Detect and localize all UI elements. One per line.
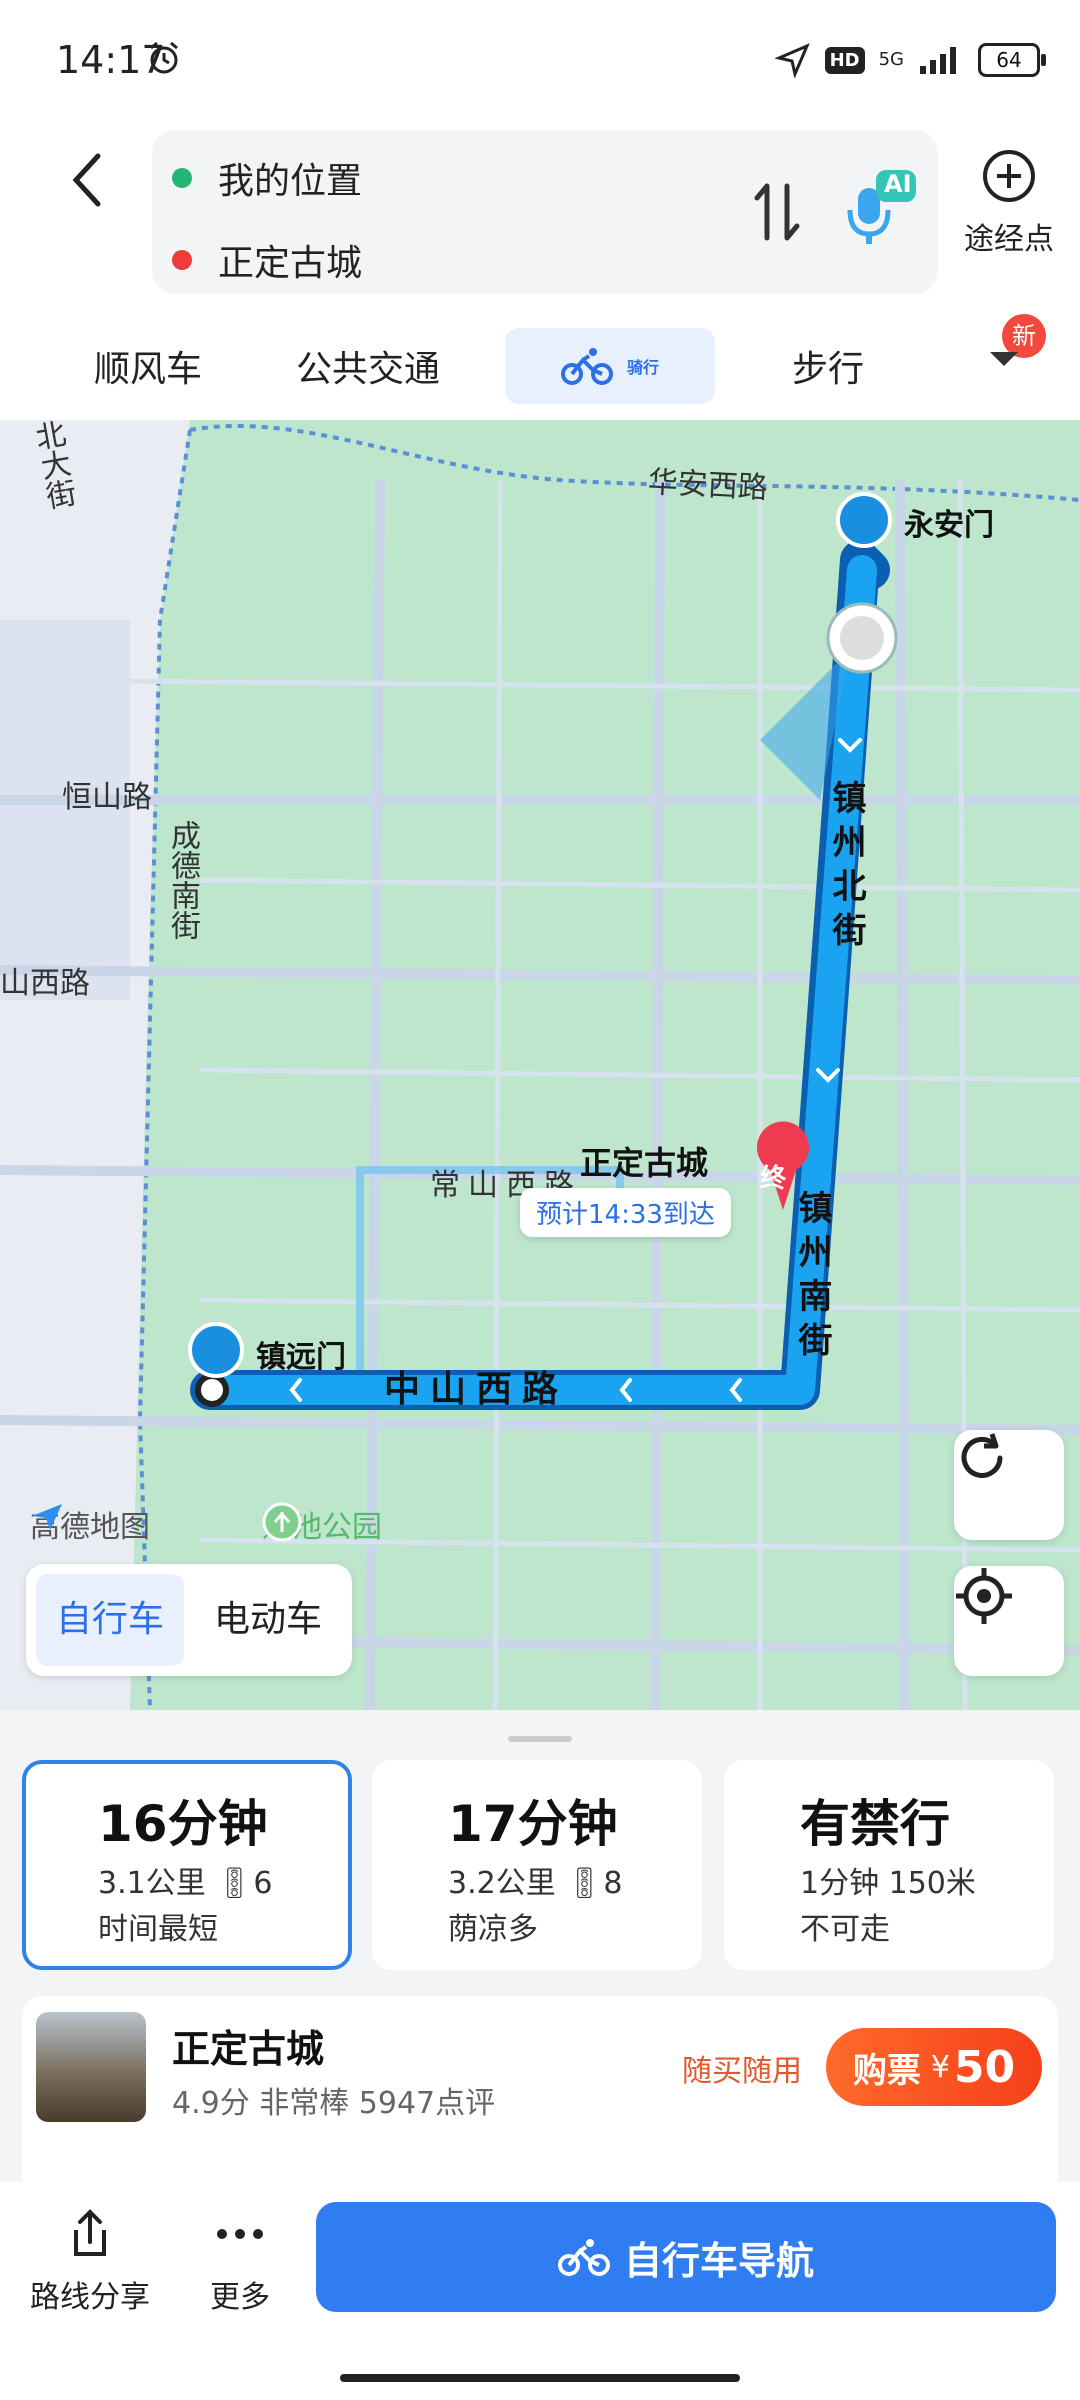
traffic-light-icon: 🚦︎ — [565, 1866, 604, 1901]
battery-level: 64 — [996, 48, 1022, 72]
system-icons: HD 5G 64 — [774, 40, 1046, 80]
end-marker-label: 终 — [760, 1164, 787, 1194]
back-arrow-icon[interactable] — [60, 150, 120, 210]
origin-field[interactable]: 我的位置 — [172, 152, 362, 204]
route-distance: 1分钟 150米 — [800, 1866, 976, 1901]
road-label: 成德南街 — [165, 820, 200, 940]
more-modes-caret-icon[interactable] — [990, 352, 1018, 366]
tab-walking[interactable]: 步行 — [792, 340, 864, 392]
start-navigation-label: 自行车导航 — [623, 2238, 814, 2283]
refresh-button[interactable] — [954, 1430, 1064, 1540]
bicycle-icon — [560, 348, 613, 385]
road-label: 中山西路 — [384, 1369, 569, 1410]
route-header: 我的位置 正定古城 AI 途经点 顺风车 公共交通 骑行 步行 新 — [0, 120, 1080, 420]
origin-label: 我的位置 — [218, 161, 363, 202]
destination-label: 正定古城 — [218, 243, 363, 284]
tab-carpool[interactable]: 顺风车 — [94, 340, 202, 392]
route-note: 不可走 — [800, 1912, 890, 1947]
vehicle-bicycle-option[interactable]: 自行车 — [36, 1574, 184, 1666]
ai-badge: AI — [884, 170, 912, 198]
gate-label-yongan: 永安门 — [904, 508, 994, 543]
gaode-logo-icon — [32, 1504, 62, 1530]
road-label: 恒山路 — [62, 780, 152, 815]
location-arrow-icon — [774, 43, 810, 78]
destination-map-label: 正定古城 — [580, 1144, 709, 1182]
origin-dot — [172, 168, 192, 188]
signal-icon — [920, 47, 956, 74]
route-time: 有禁行 — [800, 1795, 950, 1853]
map-brand: 高德地图 — [30, 1502, 150, 1546]
more-dots-icon — [217, 2229, 263, 2239]
route-time: 17分钟 — [448, 1795, 618, 1853]
buy-ticket-button[interactable]: 购票 ¥ 50 — [826, 2028, 1042, 2106]
map-view[interactable]: 华安西路 永安门 恒山路 成德南街 山西路 北大街 常山西路 镇州北街 镇州南街… — [0, 420, 1080, 1710]
traffic-light-count: 6 — [253, 1866, 273, 1901]
waypoint-button[interactable]: 途经点 — [954, 148, 1064, 258]
refresh-icon — [961, 1433, 1003, 1478]
road-label: 华安西路 — [646, 464, 769, 507]
alarm-icon — [150, 41, 178, 74]
waypoint-label: 途经点 — [964, 222, 1054, 257]
traffic-light-icon: 🚦︎ — [215, 1866, 254, 1901]
home-indicator[interactable] — [340, 2374, 740, 2382]
vehicle-ebike-option[interactable]: 电动车 — [194, 1574, 342, 1666]
traffic-light-count: 8 — [603, 1866, 623, 1901]
share-icon — [74, 2209, 106, 2256]
swap-icon[interactable] — [752, 180, 802, 244]
poi-rating: 4.9分 非常棒 5947点评 — [172, 2086, 496, 2121]
vehicle-toggle: 自行车 电动车 — [26, 1564, 352, 1676]
destination-field[interactable]: 正定古城 — [172, 234, 362, 286]
tab-cycling-label: 骑行 — [626, 358, 659, 377]
road-label: 镇州北街 — [826, 780, 866, 956]
park-label: 莲池公园 — [262, 1502, 382, 1546]
route-time: 16分钟 — [98, 1795, 268, 1853]
buy-ticket-label: 购票 — [852, 2050, 921, 2091]
road-label: 山西路 — [0, 966, 90, 1001]
more-button[interactable]: 更多 — [190, 2206, 290, 2316]
route-note: 时间最短 — [98, 1912, 218, 1947]
add-circle-icon — [983, 150, 1035, 202]
travel-mode-tabs: 顺风车 公共交通 骑行 步行 — [0, 320, 1080, 420]
route-option-card[interactable]: 17分钟 3.2公里 🚦︎8 荫凉多 — [372, 1760, 702, 1970]
destination-dot — [172, 250, 192, 270]
currency-symbol: ¥ — [930, 2049, 950, 2085]
status-bar: 14:17 HD 5G 64 — [0, 0, 1080, 120]
route-distance-value: 3.1公里 — [98, 1866, 206, 1901]
locate-button[interactable] — [954, 1566, 1064, 1676]
network-label: 5G — [878, 49, 904, 70]
bicycle-icon — [557, 2239, 610, 2276]
locate-crosshair-icon — [956, 1568, 1012, 1624]
ai-voice-button[interactable]: AI — [840, 170, 920, 250]
route-option-card[interactable]: 有禁行 1分钟 150米 不可走 — [724, 1760, 1054, 1970]
route-distance: 3.1公里 🚦︎6 — [98, 1858, 272, 1902]
poi-thumbnail — [36, 2012, 146, 2122]
tab-transit[interactable]: 公共交通 — [296, 340, 440, 392]
map-canvas — [0, 420, 1080, 1710]
tab-cycling[interactable]: 骑行 — [505, 328, 715, 404]
bottom-action-bar: 路线分享 更多 自行车导航 — [0, 2182, 1080, 2400]
poi-card[interactable]: 正定古城 4.9分 非常棒 5947点评 随买随用 购票 ¥ 50 — [22, 1996, 1058, 2196]
gate-label-zhenyuan: 镇远门 — [256, 1340, 346, 1375]
more-label: 更多 — [210, 2280, 270, 2315]
route-note: 荫凉多 — [448, 1912, 538, 1947]
road-label: 镇州南街 — [792, 1190, 832, 1366]
drag-handle[interactable] — [508, 1736, 572, 1742]
ticket-price: 50 — [953, 2041, 1016, 2093]
poi-tag: 随买随用 — [682, 2054, 802, 2089]
eta-label: 预计14:33到达 — [520, 1188, 731, 1237]
poi-name: 正定古城 — [172, 2027, 325, 2071]
share-route-label: 路线分享 — [30, 2280, 150, 2315]
start-navigation-button[interactable]: 自行车导航 — [316, 2202, 1056, 2312]
battery-icon: 64 — [978, 43, 1046, 77]
route-distance-value: 3.2公里 — [448, 1866, 556, 1901]
park-icon — [262, 1502, 302, 1542]
route-option-card[interactable]: 16分钟 3.1公里 🚦︎6 时间最短 — [22, 1760, 352, 1970]
route-input-box: 我的位置 正定古城 AI — [152, 130, 938, 294]
route-distance: 3.2公里 🚦︎8 — [448, 1858, 622, 1902]
share-route-button[interactable]: 路线分享 — [30, 2206, 150, 2316]
hd-icon: HD — [824, 46, 865, 74]
